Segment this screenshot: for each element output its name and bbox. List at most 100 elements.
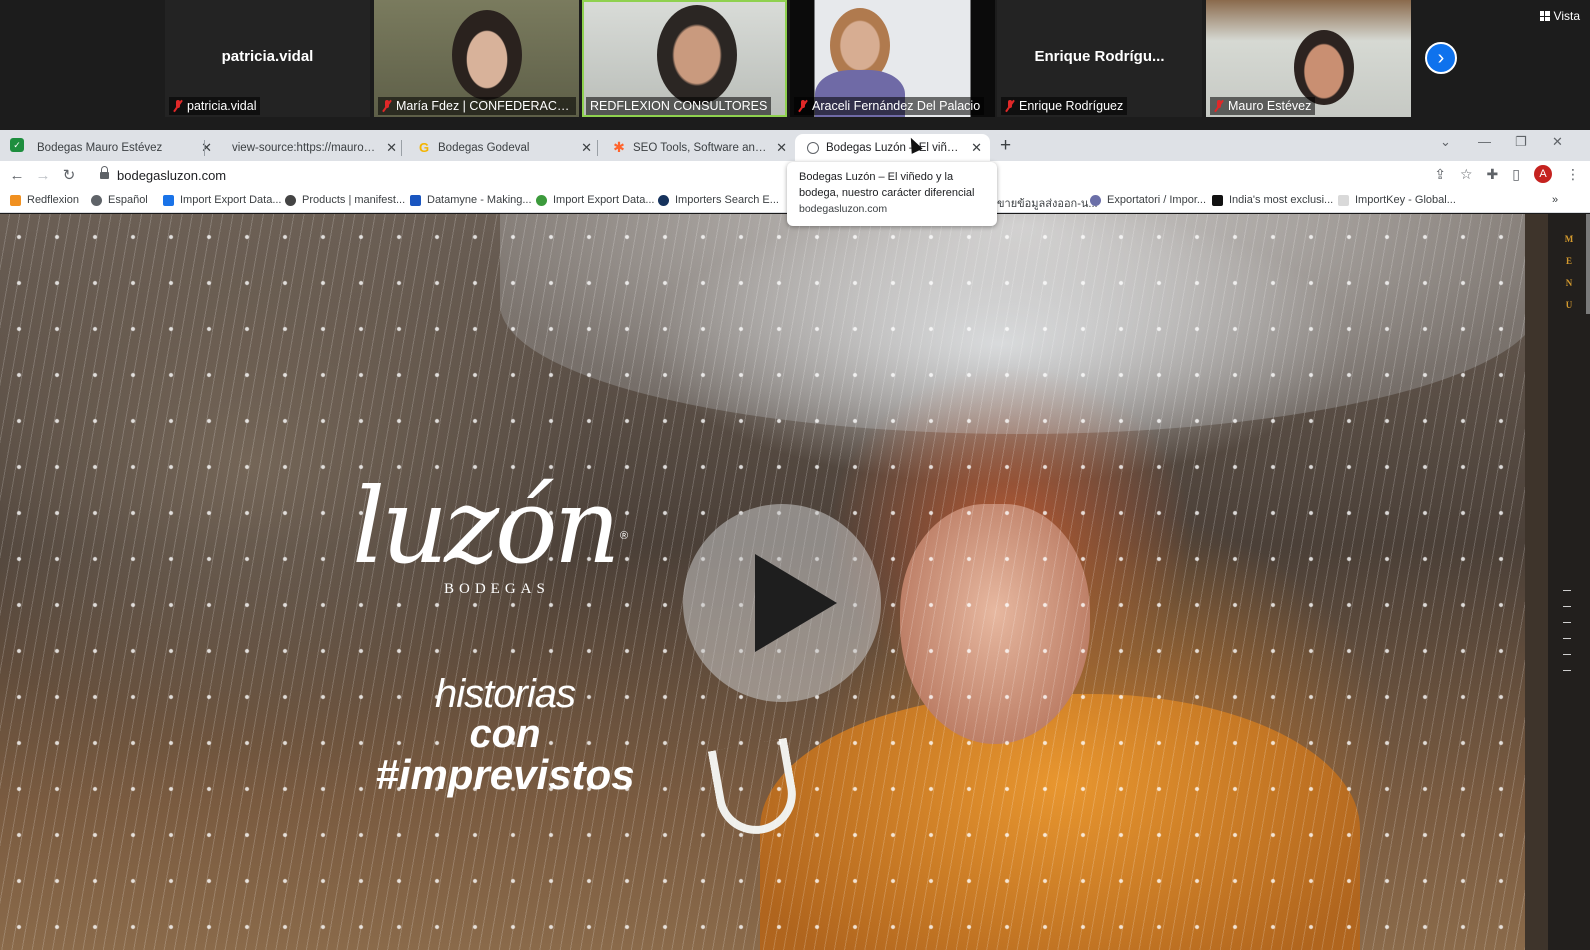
bookmark-item[interactable]: ImportKey - Global... <box>1338 194 1456 206</box>
slide-nav-dash[interactable] <box>1563 638 1571 639</box>
tab[interactable]: ✱ SEO Tools, Software and Articles ✕ <box>600 134 795 161</box>
logo-subtitle: BODEGAS <box>444 581 550 597</box>
forward-arrow-icon[interactable]: → <box>30 167 56 184</box>
play-video-button[interactable] <box>683 504 881 702</box>
mic-muted-icon <box>1214 100 1224 112</box>
tab-title: SEO Tools, Software and Articles <box>633 141 769 154</box>
participant-tile[interactable]: Mauro Estévez <box>1206 0 1411 117</box>
lock-icon[interactable] <box>100 166 109 180</box>
bookmark-item[interactable]: Exportatori / Impor... <box>1090 194 1206 206</box>
bookmarks-overflow-icon[interactable]: » <box>1552 194 1558 206</box>
star-icon[interactable]: ☆ <box>1460 166 1473 183</box>
address-bar[interactable]: bodegasluzon.com <box>90 163 1410 187</box>
page-scrollbar[interactable] <box>1586 214 1590 314</box>
participant-label: patricia.vidal <box>169 97 261 115</box>
globe-icon <box>807 141 819 154</box>
address-url[interactable]: bodegasluzon.com <box>117 168 226 183</box>
tooltip-title: Bodegas Luzón – El viñedo y la bodega, n… <box>799 171 975 199</box>
close-icon[interactable]: ✕ <box>776 140 787 156</box>
view-button[interactable]: Vista <box>1539 9 1580 23</box>
bookmark-item[interactable]: Import Export Data... <box>163 194 281 206</box>
slide-nav-dash[interactable] <box>1563 606 1571 607</box>
menu-toggle[interactable]: M E N U <box>1548 214 1590 310</box>
participant-tile[interactable]: patricia.vidal patricia.vidal <box>165 0 370 117</box>
menu-letter: N <box>1565 278 1573 288</box>
bookmark-favicon-icon <box>10 194 21 206</box>
participant-tile[interactable]: Araceli Fernández Del Palacio <box>790 0 995 117</box>
slide-nav-dash[interactable] <box>1563 654 1571 655</box>
registered-mark: ® <box>620 530 629 542</box>
bookmark-item[interactable]: Products | manifest... <box>285 194 405 206</box>
mic-muted-icon <box>173 100 183 112</box>
tab[interactable]: Bodegas Mauro Estévez ✕ <box>25 134 220 161</box>
kebab-menu-icon[interactable]: ⋮ <box>1566 166 1580 183</box>
godeval-favicon-icon: G <box>418 140 430 155</box>
play-icon <box>755 554 837 652</box>
participant-label: Mauro Estévez <box>1210 97 1316 115</box>
web-page: luzón ® BODEGAS historias con #imprevist… <box>0 214 1590 950</box>
tab-separator <box>204 140 205 156</box>
participant-label: Enrique Rodríguez <box>1001 97 1128 115</box>
toolbar-actions: ⇪ ☆ ✚ ▯ A ⋮ <box>1434 165 1580 183</box>
bookmark-favicon-icon <box>285 194 296 206</box>
participant-label: María Fdez | CONFEDERACIO... <box>378 97 576 115</box>
extensions-icon[interactable]: ✚ <box>1487 166 1499 183</box>
tagline-line-2: con <box>469 712 541 756</box>
view-label: Vista <box>1553 9 1580 23</box>
bookmark-item[interactable]: ขายข้อมูลส่งออก-น... <box>997 194 1098 212</box>
tab-title: Bodegas Mauro Estévez <box>37 141 163 154</box>
restore-icon[interactable]: ❐ <box>1515 134 1527 150</box>
close-icon[interactable]: ✕ <box>971 140 982 156</box>
participant-tile[interactable]: María Fdez | CONFEDERACIO... <box>374 0 579 117</box>
reload-icon[interactable]: ↻ <box>56 166 82 184</box>
bookmark-item[interactable]: Datamyne - Making... <box>410 194 532 206</box>
participant-tile-active-speaker[interactable]: REDFLEXION CONSULTORES <box>582 0 787 117</box>
participant-name-placeholder: patricia.vidal <box>221 48 314 65</box>
profile-avatar[interactable]: A <box>1534 165 1552 183</box>
participant-tile[interactable]: Enrique Rodrígu... Enrique Rodríguez <box>997 0 1202 117</box>
side-panel-icon[interactable]: ▯ <box>1512 166 1520 183</box>
mic-muted-icon <box>1005 100 1015 112</box>
bookmark-item[interactable]: Español <box>91 194 148 206</box>
slide-nav-dash[interactable] <box>1563 590 1571 591</box>
slide-nav-dash[interactable] <box>1563 622 1571 623</box>
grid-view-icon <box>1539 11 1550 21</box>
hero-tagline: historias con #imprevistos <box>360 674 650 796</box>
mic-muted-icon <box>798 100 808 112</box>
semrush-favicon-icon: ✱ <box>613 139 625 155</box>
share-icon[interactable]: ⇪ <box>1434 166 1446 183</box>
tab[interactable]: G Bodegas Godeval ✕ <box>405 134 600 161</box>
minimize-icon[interactable]: — <box>1478 134 1491 149</box>
tab[interactable]: view-source:https://mauroesteve... ✕ <box>210 134 405 161</box>
new-tab-button[interactable]: + <box>1000 135 1011 157</box>
bookmark-item[interactable]: Importers Search E... <box>658 194 779 206</box>
menu-letter: M <box>1564 234 1574 244</box>
back-arrow-icon[interactable]: ← <box>4 167 30 184</box>
bookmark-favicon-icon <box>536 194 547 206</box>
hero-background: luzón ® BODEGAS historias con #imprevist… <box>0 214 1525 950</box>
tab-separator <box>401 140 402 156</box>
close-icon[interactable]: ✕ <box>581 140 592 156</box>
close-window-icon[interactable]: ✕ <box>1552 134 1563 150</box>
menu-letter: E <box>1565 256 1572 266</box>
chevron-down-icon[interactable]: ⌄ <box>1440 134 1451 150</box>
menu-letter: U <box>1565 300 1573 310</box>
tab-active[interactable]: Bodegas Luzón – El viñedo y la b... ✕ <box>795 134 990 161</box>
tab-hover-tooltip: Bodegas Luzón – El viñedo y la bodega, n… <box>787 162 997 226</box>
side-menu[interactable]: M E N U <box>1548 214 1590 950</box>
bookmark-favicon-icon <box>1090 194 1101 206</box>
tooltip-url: bodegasluzon.com <box>799 202 888 215</box>
bookmark-favicon-icon <box>1338 194 1349 206</box>
tab-title: Bodegas Godeval <box>438 141 530 154</box>
tab-title: view-source:https://mauroesteve... <box>232 141 380 154</box>
bookmark-item[interactable]: India's most exclusi... <box>1212 194 1333 206</box>
close-icon[interactable]: ✕ <box>386 140 397 156</box>
slide-nav-dash[interactable] <box>1563 670 1571 671</box>
globe-icon <box>91 194 102 206</box>
bookmark-item[interactable]: Import Export Data... <box>536 194 654 206</box>
luzon-logo[interactable]: luzón ® BODEGAS <box>352 444 652 614</box>
tab-title: Bodegas Luzón – El viñedo y la b... <box>826 141 965 154</box>
bookmark-item[interactable]: Redflexion <box>10 194 79 206</box>
chevron-right-icon[interactable]: › <box>1425 42 1457 74</box>
shield-check-icon[interactable]: ✓ <box>10 138 24 152</box>
